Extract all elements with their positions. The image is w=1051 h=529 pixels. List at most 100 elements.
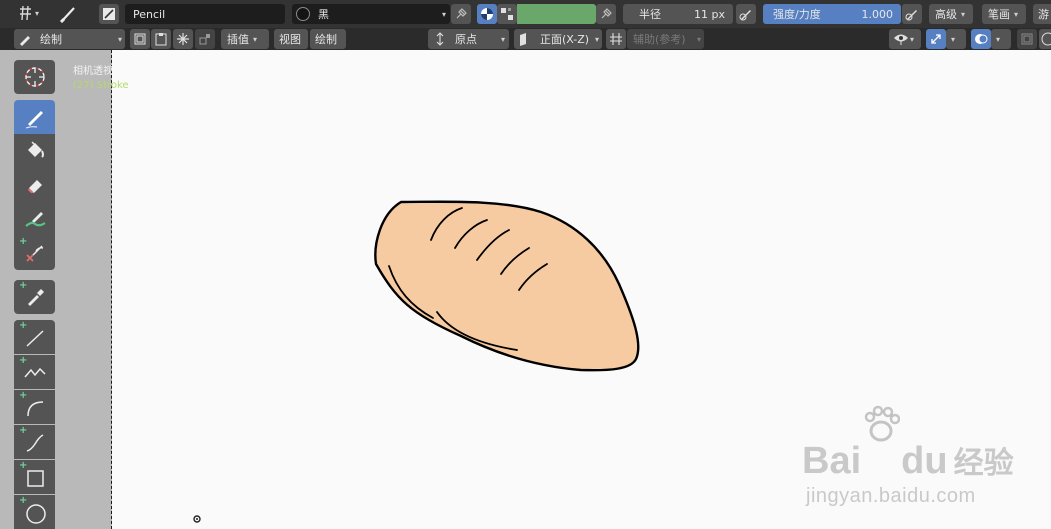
eyedropper-tool[interactable]: +: [14, 280, 55, 314]
chevron-down-icon: ▾: [961, 9, 966, 19]
editor-type-button[interactable]: ▾: [16, 4, 39, 22]
watermark-brand-cn: 经验: [953, 447, 1014, 480]
eraser-icon: [27, 180, 42, 193]
radius-pressure-icon[interactable]: [736, 4, 756, 24]
drawing-plane-selector[interactable]: 正面(X-Z) ▾: [514, 29, 602, 49]
plus-icon: +: [19, 280, 28, 291]
mode-selector[interactable]: 绘制 ▾: [14, 29, 125, 49]
pencil-icon: [20, 36, 30, 46]
gizmo-icon[interactable]: [926, 29, 946, 49]
vertex-color-mode-icon[interactable]: [477, 4, 497, 24]
brush-name-field[interactable]: Pencil: [125, 4, 285, 24]
camera-perspective-label: 相机透视: [73, 66, 113, 77]
strength-field[interactable]: 强度/力度 1.000: [763, 4, 901, 24]
tint-brush-icon: [24, 212, 46, 227]
material-name-label: 黑: [318, 8, 329, 21]
cursor-tool[interactable]: [14, 60, 55, 94]
brush-settings-icon[interactable]: [99, 4, 119, 24]
fill-tool[interactable]: [14, 134, 55, 168]
chevron-down-icon: ▾: [696, 34, 701, 44]
origin-icon: [436, 32, 444, 46]
overlays-dropdown[interactable]: ▾: [991, 29, 1011, 49]
paste-icon[interactable]: [151, 29, 171, 49]
radius-label: 半径: [639, 8, 661, 21]
fill-bucket-icon: [27, 141, 44, 158]
paw-icon: [862, 405, 901, 473]
snowflake-icon[interactable]: [173, 29, 193, 49]
multiframe-icon[interactable]: [130, 29, 150, 49]
plus-icon: +: [19, 390, 28, 401]
viewport-visibility-menu[interactable]: ▾: [889, 29, 921, 49]
material-selector[interactable]: 黑 ▾: [292, 4, 450, 24]
plus-icon: +: [19, 460, 28, 471]
viewport-header: 绘制 ▾ 插值 ▾ 视图 绘制 原点 ▾ 正面(X-Z) ▾ 辅助(参考) ▾: [0, 28, 1051, 50]
chevron-down-icon: ▾: [253, 34, 258, 44]
guides-label: 辅助(参考): [633, 33, 686, 46]
plus-icon: +: [19, 320, 28, 331]
stroke-menu[interactable]: 笔画 ▾: [982, 4, 1026, 24]
plane-label: 正面(X-Z): [540, 33, 590, 46]
draw-menu-label: 绘制: [315, 33, 337, 46]
chevron-down-icon: ▾: [1014, 9, 1019, 19]
guides-selector[interactable]: 辅助(参考) ▾: [627, 29, 704, 49]
circle-tool[interactable]: +: [14, 495, 55, 529]
curve-tool[interactable]: +: [14, 425, 55, 459]
draw-icon: [25, 111, 43, 129]
gizmo-dropdown[interactable]: ▾: [946, 29, 966, 49]
brush-name-label: Pencil: [133, 7, 166, 21]
3d-viewport[interactable]: 相机透视 (27) Stroke Bai du 经验 jingyan.baidu…: [73, 50, 1051, 529]
chevron-down-icon: ▾: [441, 9, 446, 19]
line-tool[interactable]: +: [14, 320, 55, 354]
baidu-watermark: Bai du 经验 jingyan.baidu.com: [802, 405, 1042, 515]
shading-wireframe-icon[interactable]: [1039, 29, 1051, 49]
origin-label: 原点: [455, 33, 477, 46]
chevron-down-icon: ▾: [500, 34, 505, 44]
grease-pencil-editor-icon: [20, 5, 31, 21]
watermark-brand-left: Bai: [802, 440, 862, 482]
xray-icon[interactable]: [1017, 29, 1037, 49]
swap-colors-icon[interactable]: [497, 4, 517, 24]
pin-color-icon[interactable]: [596, 4, 616, 24]
cursor-icon: [24, 67, 45, 87]
erase-tool[interactable]: [14, 168, 55, 202]
chevron-down-icon: ▾: [117, 34, 122, 44]
strength-value: 1.000: [861, 7, 894, 21]
draw-menu[interactable]: 绘制: [310, 29, 346, 49]
tint-tool[interactable]: [14, 202, 55, 236]
guides-grid-icon[interactable]: [606, 29, 626, 49]
cursor-menu[interactable]: 游: [1033, 4, 1051, 24]
plane-icon: [520, 33, 526, 46]
arc-tool[interactable]: +: [14, 390, 55, 424]
view-menu-label: 视图: [279, 33, 301, 46]
pin-material-icon[interactable]: [451, 4, 471, 24]
bread-shape: [374, 200, 640, 372]
material-sphere-icon: [296, 7, 310, 21]
chevron-down-icon: ▾: [594, 34, 599, 44]
watermark-brand-right: du: [901, 440, 948, 482]
interpolate-menu[interactable]: 插值 ▾: [221, 29, 269, 49]
view-menu[interactable]: 视图: [274, 29, 308, 49]
stroke-label: 笔画: [988, 8, 1010, 21]
box-tool[interactable]: +: [14, 460, 55, 494]
brush-color-swatch[interactable]: [517, 4, 596, 24]
plus-icon: +: [19, 425, 28, 436]
strength-pressure-icon[interactable]: [902, 4, 922, 24]
brush-icon[interactable]: [58, 4, 78, 24]
draw-tool[interactable]: [14, 100, 55, 134]
plus-icon: +: [19, 355, 28, 366]
chevron-down-icon: ▾: [910, 34, 915, 44]
polyline-tool[interactable]: +: [14, 355, 55, 389]
watermark-url: jingyan.baidu.com: [806, 485, 976, 507]
chevron-down-icon: ▾: [951, 34, 956, 44]
overlays-icon[interactable]: [971, 29, 991, 49]
chevron-down-icon: ▾: [996, 34, 1001, 44]
origin-selector[interactable]: 原点 ▾: [428, 29, 509, 49]
eye-icon: [894, 34, 908, 45]
advanced-menu[interactable]: 高级 ▾: [929, 4, 973, 24]
strength-label: 强度/力度: [773, 8, 821, 21]
advanced-label: 高级: [935, 8, 957, 21]
mode-label: 绘制: [40, 33, 62, 46]
cutter-tool[interactable]: +: [14, 236, 55, 270]
radius-field[interactable]: 半径 11 px: [623, 4, 733, 24]
stroke-placement-icon[interactable]: [195, 29, 215, 49]
